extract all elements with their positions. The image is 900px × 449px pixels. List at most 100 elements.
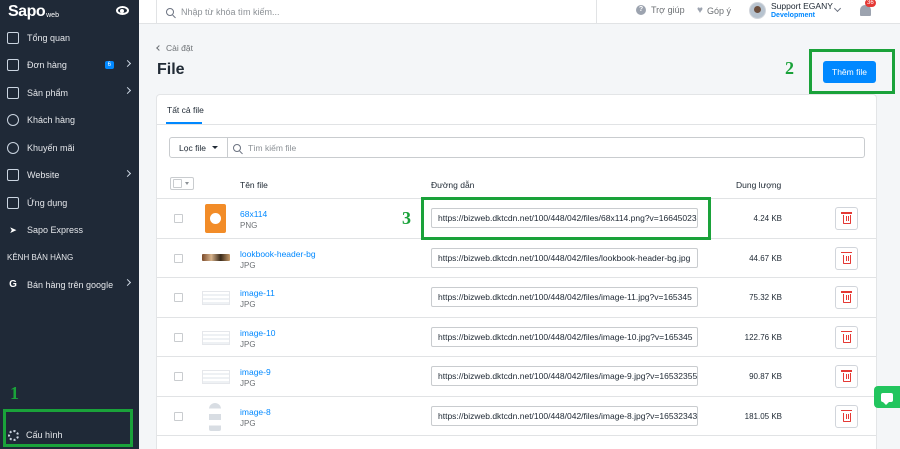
delete-button[interactable] [835, 325, 858, 349]
monitor-icon [7, 169, 19, 182]
row-checkbox[interactable] [174, 411, 183, 421]
file-thumbnail [209, 402, 221, 431]
file-name-link[interactable]: image-8 [240, 407, 271, 417]
user-role: Development [771, 12, 815, 19]
row-checkbox[interactable] [174, 293, 183, 302]
table-row: image-9 JPG https://bizweb.dktcdn.net/100/… [157, 357, 876, 397]
chevron-right-icon [123, 169, 132, 177]
file-url-field[interactable]: https://bizweb.dktcdn.net/100/448/042/fi… [431, 405, 698, 426]
sidebar-item-website[interactable]: Website [0, 162, 139, 190]
chevron-right-icon [123, 59, 132, 67]
trash-icon [840, 291, 852, 303]
sidebar-item-customers[interactable]: Khách hàng [0, 107, 139, 135]
global-search-placeholder: Nhập từ khóa tìm kiếm... [181, 6, 280, 17]
delete-button[interactable] [835, 404, 858, 428]
chevron-down-icon[interactable] [833, 4, 842, 13]
avatar[interactable] [749, 2, 766, 19]
row-checkbox[interactable] [174, 372, 183, 381]
sidebar-item-google-channel[interactable]: G Bán hàng trên google [0, 271, 139, 299]
file-type: JPG [240, 379, 256, 388]
brand-logo-suffix: web [46, 12, 59, 19]
search-icon [166, 7, 174, 16]
file-name-link[interactable]: image-10 [240, 328, 275, 338]
annotation-box-settings [3, 409, 133, 447]
divider [157, 124, 876, 125]
sidebar-item-label: Đơn hàng [27, 60, 67, 71]
file-thumbnail [202, 330, 230, 345]
brand-logo: Sapo [8, 3, 46, 20]
annotation-box-add-file [809, 49, 895, 94]
chat-icon [881, 392, 893, 405]
feedback-link[interactable]: ♥ Góp ý [697, 5, 731, 16]
file-url-field[interactable]: https://bizweb.dktcdn.net/100/448/042/fi… [431, 287, 698, 307]
percent-icon [7, 141, 19, 154]
notification-badge: 36 [865, 0, 876, 7]
heart-icon: ♥ [697, 5, 703, 16]
row-checkbox[interactable] [174, 332, 183, 342]
file-size: 90.87 KB [749, 372, 782, 381]
file-size: 75.32 KB [749, 293, 782, 302]
feedback-label: Góp ý [706, 5, 731, 16]
filter-dropdown[interactable]: Lọc file [170, 138, 228, 157]
file-search-placeholder: Tìm kiếm file [248, 142, 297, 153]
help-icon: ? [636, 5, 646, 15]
sidebar-item-apps[interactable]: Ứng dụng [0, 189, 139, 217]
trash-icon [840, 409, 852, 422]
user-menu[interactable]: Support EGANY Development [771, 2, 833, 20]
trash-icon [840, 251, 852, 264]
orders-count-badge: 6 [104, 60, 114, 69]
sidebar-item-promotions[interactable]: Khuyến mãi [0, 134, 139, 162]
file-url-field[interactable]: https://bizweb.dktcdn.net/100/448/042/fi… [431, 247, 698, 268]
row-checkbox[interactable] [174, 253, 183, 263]
sidebar-item-overview[interactable]: Tổng quan [0, 24, 139, 52]
trash-icon [840, 370, 852, 382]
file-size: 122.76 KB [744, 332, 782, 342]
file-url-field[interactable]: https://bizweb.dktcdn.net/100/448/042/fi… [431, 326, 698, 347]
table-row: image-10 JPG https://bizweb.dktcdn.net/100… [157, 318, 876, 357]
help-link[interactable]: ? Trợ giúp [636, 5, 685, 15]
file-thumbnail [202, 291, 230, 305]
delete-button[interactable] [835, 246, 858, 270]
file-type: JPG [240, 339, 256, 349]
file-name-link[interactable]: image-9 [240, 367, 271, 377]
file-list-card: Tất cả file Lọc file Tìm kiếm file Tên f… [157, 95, 876, 449]
sidebar-item-label: Khách hàng [27, 115, 76, 126]
file-size: 4.24 KB [753, 214, 782, 223]
file-url-field[interactable]: https://bizweb.dktcdn.net/100/448/042/fi… [431, 366, 698, 386]
eye-icon[interactable] [116, 6, 129, 15]
file-name-link[interactable]: image-11 [240, 288, 275, 298]
select-all-checkbox[interactable] [170, 177, 194, 190]
sidebar-item-label: Khuyến mãi [27, 142, 75, 153]
checkbox-icon [173, 179, 182, 188]
global-search-input[interactable]: Nhập từ khóa tìm kiếm... [156, 0, 597, 24]
file-name-link[interactable]: lookbook-header-bg [240, 249, 316, 259]
user-icon [7, 114, 19, 127]
table-row: lookbook-header-bg JPG https://bizweb.dktc… [157, 239, 876, 278]
delete-button[interactable] [835, 207, 858, 230]
sidebar-item-orders[interactable]: Đơn hàng 6 [0, 52, 139, 80]
file-type: JPG [240, 418, 256, 428]
breadcrumb[interactable]: Cài đặt [156, 43, 193, 53]
brand[interactable]: Sapo web [0, 0, 139, 24]
filter-label: Lọc file [179, 142, 206, 153]
chat-button[interactable] [874, 386, 900, 408]
tab-all-files[interactable]: Tất cả file [167, 105, 204, 115]
row-checkbox[interactable] [174, 214, 183, 223]
sidebar-item-label: Tổng quan [27, 32, 71, 43]
file-thumbnail [202, 253, 230, 261]
file-search-input[interactable]: Tìm kiếm file [228, 138, 864, 157]
annotation-number-3: 3 [402, 208, 411, 228]
annotation-number-1: 1 [10, 383, 19, 403]
sidebar-item-label: Website [27, 170, 60, 181]
filter-bar: Lọc file Tìm kiếm file [169, 137, 865, 158]
sidebar-item-products[interactable]: Sản phẩm [0, 79, 139, 107]
column-header-url: Đường dẫn [431, 180, 475, 190]
home-icon [7, 31, 19, 44]
box-icon [7, 86, 19, 99]
delete-button[interactable] [835, 286, 858, 309]
file-name-link[interactable]: 68x114 [240, 209, 267, 219]
delete-button[interactable] [835, 365, 858, 388]
file-type: PNG [240, 221, 258, 230]
chevron-right-icon [123, 278, 132, 287]
sidebar-item-sapo-express[interactable]: ➤ Sapo Express [0, 217, 139, 245]
